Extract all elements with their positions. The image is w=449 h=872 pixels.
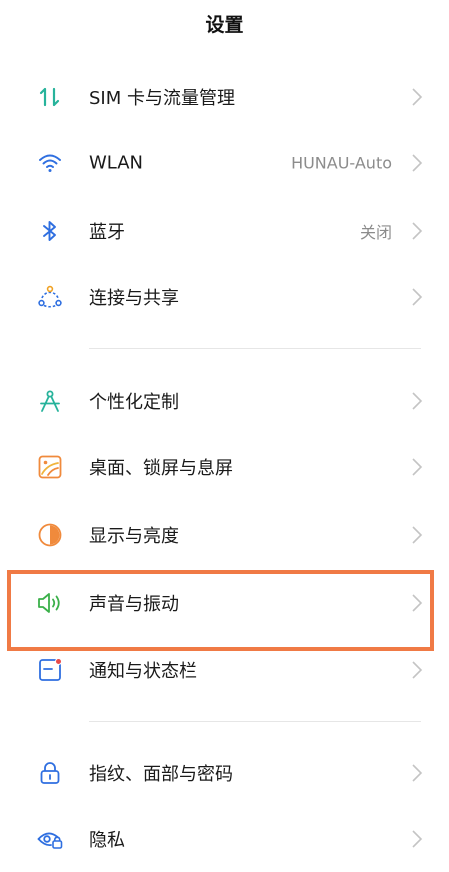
chevron-right-icon: [412, 154, 423, 172]
lock-icon: [36, 759, 64, 787]
settings-item-label: SIM 卡与流量管理: [89, 88, 235, 109]
settings-item-label: 声音与振动: [89, 594, 179, 615]
chevron-right-icon: [412, 88, 423, 106]
settings-item-sim[interactable]: SIM 卡与流量管理: [0, 64, 449, 130]
wifi-icon: [36, 149, 64, 177]
settings-item-wlan[interactable]: WLAN HUNAU-Auto: [0, 130, 449, 196]
settings-item-fingerprint[interactable]: 指纹、面部与密码: [0, 740, 449, 806]
compass-icon: [36, 387, 64, 415]
chevron-right-icon: [412, 526, 423, 544]
bluetooth-status-value: 关闭: [359, 223, 392, 242]
speaker-icon: [36, 589, 64, 617]
wallpaper-icon: [36, 453, 64, 481]
settings-item-label: 指纹、面部与密码: [89, 764, 233, 785]
chevron-right-icon: [412, 830, 423, 848]
notification-icon: [36, 656, 64, 684]
settings-item-sound[interactable]: 声音与振动: [0, 570, 449, 636]
settings-item-label: 显示与亮度: [89, 526, 179, 547]
brightness-icon: [36, 521, 64, 549]
settings-item-label: 通知与状态栏: [89, 661, 197, 682]
section-divider: [89, 348, 421, 349]
settings-item-bluetooth[interactable]: 蓝牙 关闭: [0, 198, 449, 264]
wlan-network-value: HUNAU-Auto: [291, 153, 392, 173]
settings-item-sharing[interactable]: 连接与共享: [0, 264, 449, 330]
chevron-right-icon: [412, 288, 423, 306]
connection-share-icon: [36, 283, 64, 311]
settings-item-personalize[interactable]: 个性化定制: [0, 368, 449, 434]
settings-item-notifications[interactable]: 通知与状态栏: [0, 637, 449, 703]
chevron-right-icon: [412, 222, 423, 240]
settings-item-label: 个性化定制: [89, 392, 179, 413]
chevron-right-icon: [412, 661, 423, 679]
settings-item-label: 连接与共享: [89, 288, 179, 309]
chevron-right-icon: [412, 458, 423, 476]
settings-item-display[interactable]: 显示与亮度: [0, 502, 449, 568]
settings-item-wallpaper[interactable]: 桌面、锁屏与息屏: [0, 434, 449, 500]
settings-item-label: 桌面、锁屏与息屏: [89, 458, 233, 479]
settings-item-privacy[interactable]: 隐私: [0, 806, 449, 872]
settings-item-label: 隐私: [89, 830, 125, 851]
section-divider: [89, 721, 421, 722]
chevron-right-icon: [412, 764, 423, 782]
page-title: 设置: [205, 13, 244, 36]
settings-item-label: 蓝牙: [89, 222, 125, 243]
chevron-right-icon: [412, 594, 423, 612]
settings-item-label: WLAN: [89, 152, 144, 174]
chevron-right-icon: [412, 392, 423, 410]
sim-data-icon: [36, 83, 64, 111]
privacy-eye-icon: [36, 825, 64, 853]
bluetooth-icon: [36, 217, 64, 245]
